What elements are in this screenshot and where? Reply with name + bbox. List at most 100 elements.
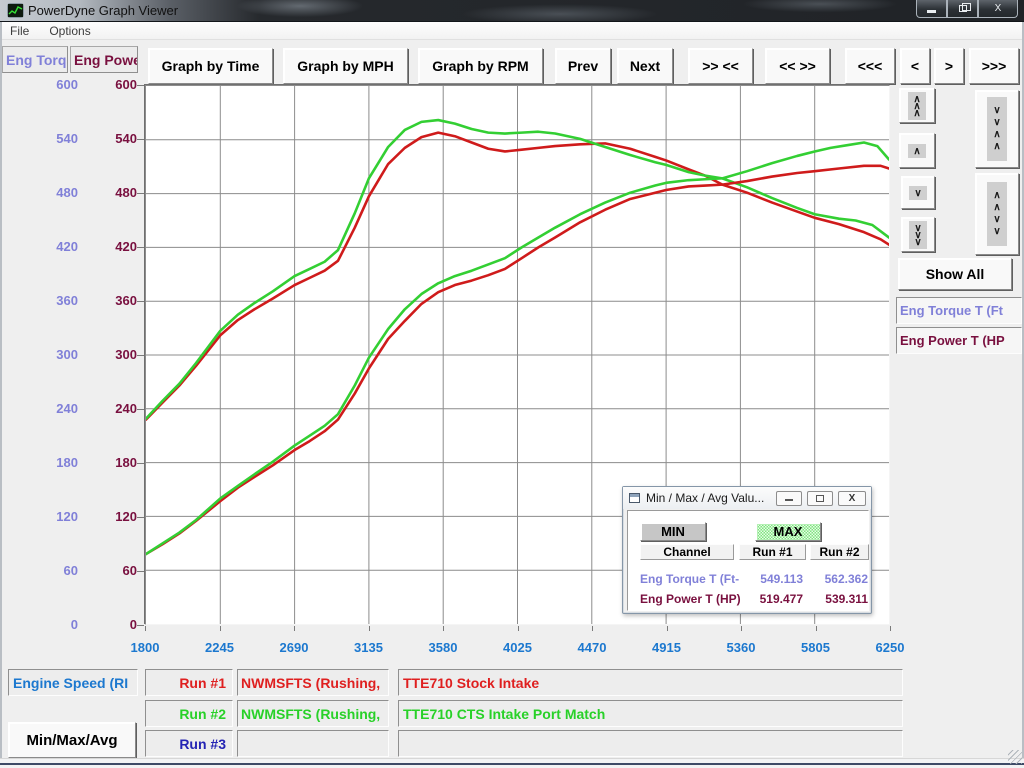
y-tick-power: 300 [77,347,137,362]
y-tick-mark [137,463,144,464]
y-tick-power: 420 [77,239,137,254]
triple-down-chevron-icon: ∨ ∨ ∨ [909,221,926,249]
expand-scale-button[interactable]: ∧ ∧ ∨ ∨ [975,173,1019,255]
x-tick-mark [145,626,146,631]
torque-axis-header[interactable]: Eng Torq [2,46,68,73]
table-cell-torque-run2: 562.362 [808,572,868,586]
minimize-button[interactable] [916,0,947,18]
x-tick-rpm: 1800 [113,640,177,655]
y-tick-power: 480 [77,185,137,200]
y-tick-power: 0 [77,617,137,632]
y-tick-mark [137,85,144,86]
scale-up-button[interactable]: ∧ [899,133,935,168]
table-cell-torque-run1: 549.113 [739,572,803,586]
minmax-window: Min / Max / Avg Valu... X MIN MAX Channe… [622,486,872,614]
table-cell-power-run1: 519.477 [739,592,803,606]
run1-desc-box: TTE710 Stock Intake [398,669,903,696]
x-tick-rpm: 4470 [560,640,624,655]
diverge-chevrons-icon: ∧ ∧ ∨ ∨ [987,182,1006,246]
x-tick-rpm: 3135 [337,640,401,655]
close-icon: X [995,3,1002,14]
graph-by-mph-button[interactable]: Graph by MPH [283,48,408,84]
table-cell-power-run2: 539.311 [808,592,868,606]
y-tick-mark [137,625,144,626]
resize-grip-icon[interactable] [1008,750,1022,764]
run1-label-box: Run #1 [145,669,233,696]
app-icon-graph [8,4,23,17]
x-tick-mark [294,626,295,631]
app-icon [7,3,24,18]
x-tick-mark [369,626,370,631]
x-channel-box: Engine Speed (RI [8,669,138,696]
minmax-maximize-button[interactable] [807,491,833,506]
title-bar: PowerDyne Graph Viewer X [0,0,1024,22]
scroll-right-button[interactable]: > [934,48,964,84]
channel-power-box[interactable]: Eng Power T (HP [896,327,1022,354]
y-tick-power: 240 [77,401,137,416]
menu-options[interactable]: Options [39,24,100,38]
graph-by-time-button[interactable]: Graph by Time [148,48,273,84]
minmax-minimize-icon [785,499,793,501]
minmaxavg-button[interactable]: Min/Max/Avg [8,722,136,758]
run3-desc-box [398,730,903,757]
y-tick-power: 360 [77,293,137,308]
y-tick-mark [137,409,144,410]
minmax-minimize-button[interactable] [776,491,802,506]
graph-by-rpm-button[interactable]: Graph by RPM [418,48,543,84]
window-edge-left [0,22,2,762]
y-tick-mark [137,139,144,140]
scroll-far-left-button[interactable]: <<< [845,48,895,84]
triple-up-chevron-icon: ∧ ∧ ∧ [908,92,925,120]
converge-chevrons-icon: ∨ ∨ ∧ ∧ [987,97,1006,161]
y-tick-power: 540 [77,131,137,146]
x-tick-mark [443,626,444,631]
y-tick-torque: 600 [18,77,78,92]
scale-down-fast-button[interactable]: ∨ ∨ ∨ [901,217,935,252]
y-tick-mark [137,301,144,302]
minmax-maximize-icon [816,495,824,502]
zoom-in-button[interactable]: >> << [688,48,753,84]
y-tick-torque: 60 [18,563,78,578]
run3-label-box: Run #3 [145,730,233,757]
x-tick-rpm: 5805 [784,640,848,655]
compress-scale-button[interactable]: ∨ ∨ ∧ ∧ [975,90,1019,168]
down-chevron-icon: ∨ [909,186,926,200]
y-tick-power: 180 [77,455,137,470]
show-all-button[interactable]: Show All [898,258,1012,290]
minmax-body: MIN MAX Channel Run #1 Run #2 Eng Torque… [627,510,869,611]
minmax-window-title: Min / Max / Avg Valu... [646,491,764,505]
next-button[interactable]: Next [617,48,673,84]
max-toggle-button[interactable]: MAX [755,522,821,541]
minmax-close-icon: X [849,493,856,504]
maximize-button[interactable] [947,0,978,18]
scale-up-fast-button[interactable]: ∧ ∧ ∧ [899,88,935,123]
x-tick-rpm: 2245 [188,640,252,655]
x-tick-mark [890,626,891,631]
scroll-far-right-button[interactable]: >>> [969,48,1019,84]
x-tick-mark [816,626,817,631]
scale-down-button[interactable]: ∨ [901,176,935,209]
column-header-run1: Run #1 [739,544,806,560]
restore-icon [959,5,967,12]
y-tick-torque: 0 [18,617,78,632]
channel-torque-box[interactable]: Eng Torque T (Ft [896,297,1022,324]
min-toggle-button[interactable]: MIN [640,522,706,541]
y-tick-mark [137,355,144,356]
x-tick-mark [592,626,593,631]
zoom-out-button[interactable]: << >> [765,48,830,84]
run3-file-box [237,730,389,757]
close-button[interactable]: X [978,0,1018,18]
menu-file[interactable]: File [0,24,39,38]
minmax-close-button[interactable]: X [838,491,866,506]
minmax-title-bar[interactable]: Min / Max / Avg Valu... X [623,487,871,509]
minmax-window-icon [629,493,640,503]
power-axis-header[interactable]: Eng Powe [70,46,138,73]
run2-desc-box: TTE710 CTS Intake Port Match [398,700,903,727]
y-tick-torque: 360 [18,293,78,308]
up-chevron-icon: ∧ [908,144,925,158]
y-tick-torque: 420 [18,239,78,254]
scroll-left-button[interactable]: < [900,48,930,84]
run2-label-box: Run #2 [145,700,233,727]
prev-button[interactable]: Prev [555,48,611,84]
y-tick-torque: 300 [18,347,78,362]
